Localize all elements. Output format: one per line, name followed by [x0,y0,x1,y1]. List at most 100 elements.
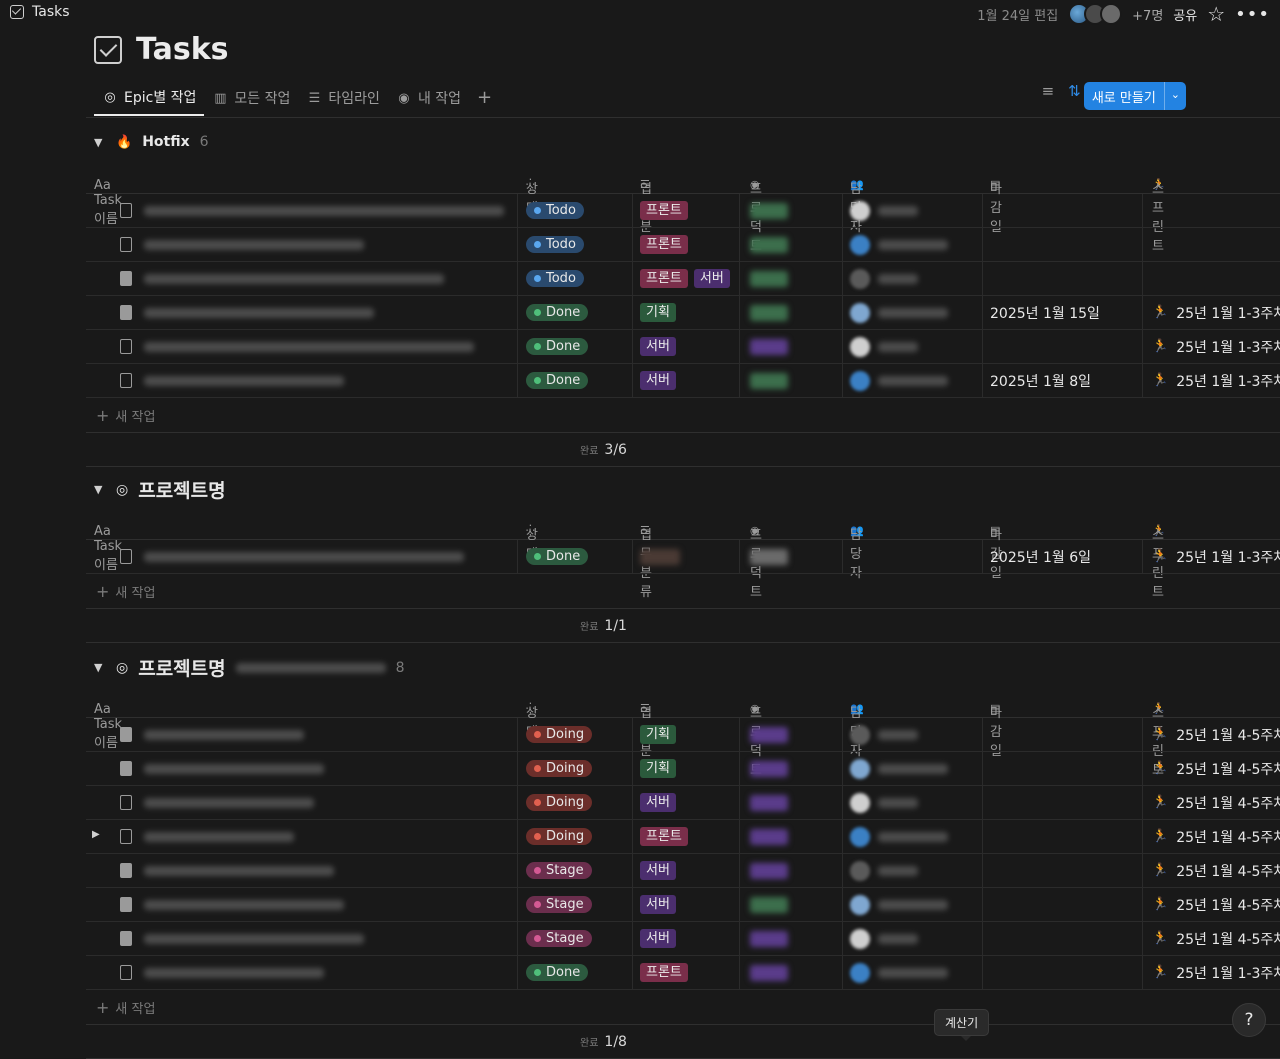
assignee-cell[interactable] [850,956,948,989]
table-row[interactable]: Done 2025년 1월 6일 🏃 25년 1월 1-3주차 [86,540,1280,574]
new-task-button[interactable]: + 새 작업 [96,582,155,601]
task-name-cell[interactable] [120,262,444,295]
add-view-icon[interactable]: + [469,80,500,118]
tab-all-tasks[interactable]: ▥ 모든 작업 [204,80,298,116]
category-cell[interactable]: 서버 [640,854,682,887]
task-name-cell[interactable] [120,718,304,751]
more-options-icon[interactable]: ••• [1235,4,1270,25]
sprint-cell[interactable]: 🏃 25년 1월 1-3주차 [1152,364,1280,397]
sprint-cell[interactable]: 🏃 25년 1월 4-5주차 [1152,786,1280,819]
table-row[interactable]: Done 프론트 🏃 25년 1월 1-3주차 [86,956,1280,990]
table-row[interactable]: Todo 프론트 [86,194,1280,228]
table-row[interactable]: ▶ Doing 프론트 🏃 25년 1월 4-5주차 [86,820,1280,854]
category-cell[interactable]: 서버 [640,888,682,921]
filter-icon[interactable]: ≡ [1042,82,1055,100]
task-name-cell[interactable] [120,888,344,921]
category-cell[interactable]: 기획 [640,752,682,785]
assignee-cell[interactable] [850,330,918,363]
due-date-cell[interactable]: 2025년 1월 8일 [990,364,1091,397]
tab-my-tasks[interactable]: ◉ 내 작업 [388,80,469,116]
sprint-cell[interactable]: 🏃 25년 1월 1-3주차 [1152,540,1280,573]
status-cell[interactable]: Stage [526,922,592,955]
category-cell[interactable]: 프론트 [640,820,694,853]
expand-triangle-icon[interactable]: ▶ [92,829,100,840]
status-cell[interactable]: Doing [526,752,593,785]
sprint-cell[interactable]: 🏃 25년 1월 4-5주차 [1152,718,1280,751]
status-cell[interactable]: Stage [526,888,592,921]
group-header[interactable]: ▼ ◎ 프로젝트명 [94,476,226,503]
product-cell[interactable] [750,718,788,751]
category-cell[interactable]: 프론트 서버 [640,262,736,295]
category-cell[interactable]: 기획 [640,718,682,751]
sprint-cell[interactable]: 🏃 25년 1월 4-5주차 [1152,854,1280,887]
table-row[interactable]: Done 서버 🏃 25년 1월 1-3주차 [86,330,1280,364]
product-cell[interactable] [750,854,788,887]
status-cell[interactable]: Done [526,296,589,329]
category-cell[interactable]: 기획 [640,296,682,329]
product-cell[interactable] [750,888,788,921]
task-name-cell[interactable] [120,786,314,819]
calculation-summary[interactable]: 완료 1/8 [580,1034,627,1050]
category-cell[interactable] [640,540,680,573]
task-name-cell[interactable] [120,228,364,261]
status-cell[interactable]: Doing [526,786,593,819]
category-cell[interactable]: 서버 [640,786,682,819]
task-name-cell[interactable] [120,820,294,853]
collapse-triangle-icon[interactable]: ▼ [94,661,106,674]
assignee-cell[interactable] [850,752,948,785]
table-row[interactable]: Doing 기획 🏃 25년 1월 4-5주차 [86,752,1280,786]
table-row[interactable]: Done 서버 2025년 1월 8일 🏃 25년 1월 1-3주차 [86,364,1280,398]
product-cell[interactable] [750,364,788,397]
collapse-triangle-icon[interactable]: ▼ [94,483,106,496]
task-name-cell[interactable] [120,922,364,955]
sprint-cell[interactable]: 🏃 25년 1월 4-5주차 [1152,888,1280,921]
table-row[interactable]: Doing 서버 🏃 25년 1월 4-5주차 [86,786,1280,820]
task-name-cell[interactable] [120,854,334,887]
table-row[interactable]: Stage 서버 🏃 25년 1월 4-5주차 [86,888,1280,922]
product-cell[interactable] [750,956,788,989]
breadcrumb[interactable]: Tasks [10,4,70,20]
status-cell[interactable]: Done [526,364,589,397]
assignee-cell[interactable] [850,820,948,853]
calculation-summary[interactable]: 완료 1/1 [580,618,627,634]
due-date-cell[interactable]: 2025년 1월 15일 [990,296,1100,329]
group-header[interactable]: ▼ ◎ 프로젝트명 8 [94,654,405,681]
category-cell[interactable]: 프론트 [640,194,694,227]
category-cell[interactable]: 프론트 [640,956,694,989]
status-cell[interactable]: Done [526,330,589,363]
status-cell[interactable]: Doing [526,718,593,751]
product-cell[interactable] [750,262,788,295]
table-row[interactable]: Stage 서버 🏃 25년 1월 4-5주차 [86,854,1280,888]
tab-epic-tasks[interactable]: ◎ Epic별 작업 [94,80,205,116]
assignee-cell[interactable] [850,194,918,227]
due-date-cell[interactable]: 2025년 1월 6일 [990,540,1091,573]
new-button[interactable]: 새로 만들기 [1084,82,1165,110]
sprint-cell[interactable]: 🏃 25년 1월 1-3주차 [1152,956,1280,989]
task-name-cell[interactable] [120,194,504,227]
assignee-cell[interactable] [850,786,918,819]
status-cell[interactable]: Stage [526,854,592,887]
product-cell[interactable] [750,296,788,329]
page-title[interactable]: Tasks [136,32,229,67]
table-row[interactable]: Todo 프론트 서버 [86,262,1280,296]
assignee-cell[interactable] [850,888,948,921]
sort-icon[interactable]: ⇅ [1068,82,1081,100]
table-row[interactable]: Done 기획 2025년 1월 15일 🏃 25년 1월 1-3주차 [86,296,1280,330]
help-button[interactable]: ? [1232,1003,1266,1037]
task-name-cell[interactable] [120,956,324,989]
status-cell[interactable]: Doing [526,820,593,853]
sprint-cell[interactable]: 🏃 25년 1월 1-3주차 [1152,296,1280,329]
assignee-cell[interactable] [850,718,918,751]
assignee-cell[interactable] [850,364,948,397]
table-row[interactable]: Doing 기획 🏃 25년 1월 4-5주차 [86,718,1280,752]
tab-timeline[interactable]: ☰ 타임라인 [298,80,388,116]
share-button[interactable]: 공유 [1173,5,1197,24]
product-cell[interactable] [750,540,788,573]
product-cell[interactable] [750,820,788,853]
new-task-button[interactable]: + 새 작업 [96,406,155,425]
task-name-cell[interactable] [120,296,374,329]
collaborator-avatars[interactable] [1068,3,1123,25]
category-cell[interactable]: 서버 [640,330,682,363]
product-cell[interactable] [750,752,788,785]
assignee-cell[interactable] [850,228,948,261]
